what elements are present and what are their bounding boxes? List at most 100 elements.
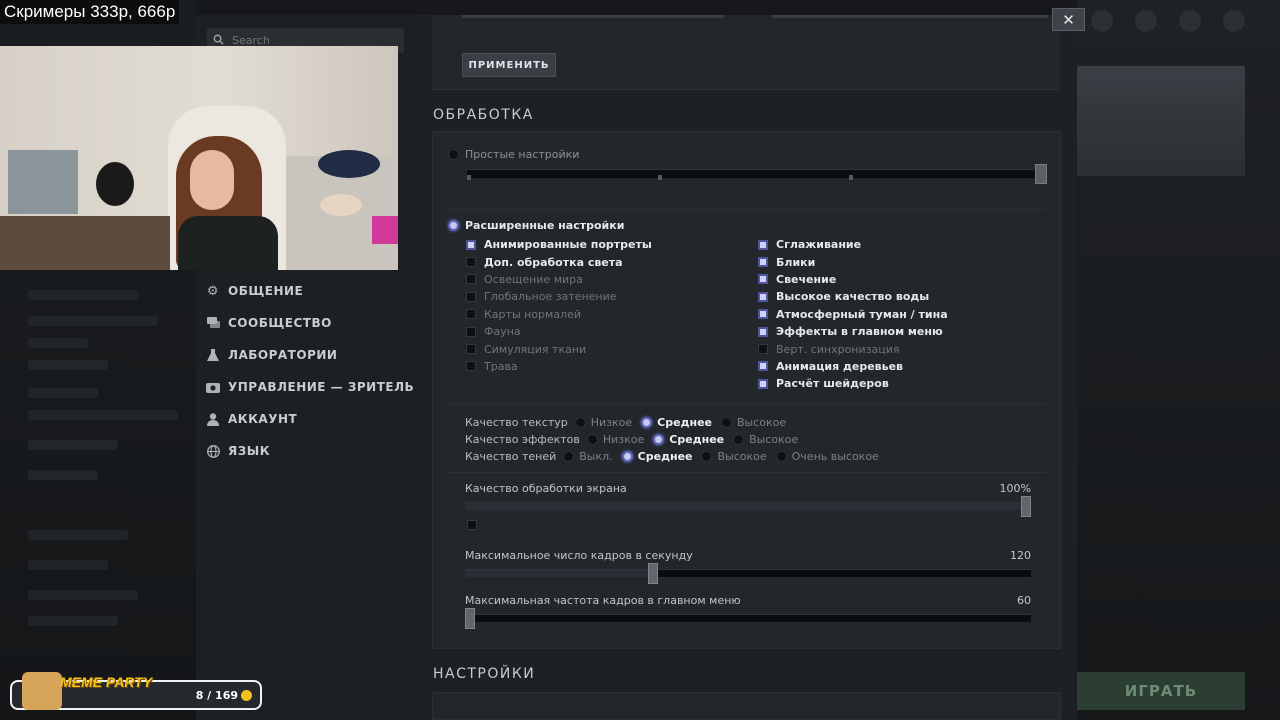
setting-checkbox-row[interactable]: Анимация деревьев <box>758 358 948 375</box>
setting-checkbox-row[interactable]: Симуляция ткани <box>466 340 652 357</box>
display-mode-field[interactable] <box>772 15 1048 18</box>
setting-checkbox-row[interactable]: Атмосферный туман / тина <box>758 306 948 323</box>
quality-option-label[interactable]: Высокое <box>749 433 798 446</box>
checkbox[interactable] <box>758 291 768 302</box>
close-button[interactable]: ✕ <box>1052 8 1085 31</box>
resolution-field[interactable] <box>462 15 724 18</box>
quality-radio[interactable] <box>563 451 575 462</box>
checkbox[interactable] <box>466 361 476 372</box>
max-fps-slider-knob[interactable] <box>648 563 659 584</box>
blur-row <box>28 360 108 370</box>
menu-fps-value: 60 <box>1017 594 1031 607</box>
quality-radio[interactable] <box>641 417 653 428</box>
processing-box: Простые настройки Расширенные настройки … <box>432 131 1061 649</box>
checkbox-label: Освещение мира <box>484 272 583 286</box>
checkbox[interactable] <box>758 361 768 372</box>
checkbox[interactable] <box>466 274 476 285</box>
nav-list: ⚙ ОБЩЕНИЕ СООБЩЕСТВО ЛАБОРАТОРИИ УПРАВЛЕ… <box>206 275 414 467</box>
blur-row <box>28 470 98 480</box>
setting-checkbox-row[interactable]: Освещение мира <box>466 271 652 288</box>
nav-item-spectator[interactable]: УПРАВЛЕНИЕ — ЗРИТЕЛЬ <box>206 371 414 403</box>
simple-quality-slider[interactable] <box>467 164 1047 184</box>
quality-option-label[interactable]: Среднее <box>638 450 693 463</box>
quality-option-label[interactable]: Высокое <box>737 416 786 429</box>
setting-checkbox-row[interactable]: Сглаживание <box>758 236 948 253</box>
checkbox[interactable] <box>466 344 476 355</box>
quality-radio[interactable] <box>621 451 633 462</box>
quality-option-label[interactable]: Низкое <box>591 416 632 429</box>
menu-fps-slider[interactable] <box>465 608 1031 629</box>
setting-checkbox-row[interactable]: Эффекты в главном меню <box>758 323 948 340</box>
checkbox[interactable] <box>758 239 768 250</box>
apply-button[interactable]: ПРИМЕНИТЬ <box>462 53 556 77</box>
nav-item-communication[interactable]: ⚙ ОБЩЕНИЕ <box>206 275 414 307</box>
setting-checkbox-row[interactable]: Глобальное затенение <box>466 288 652 305</box>
setting-checkbox-row[interactable]: Анимированные портреты <box>466 236 652 253</box>
max-fps-slider[interactable] <box>465 563 1031 584</box>
checkbox[interactable] <box>466 326 476 337</box>
setting-checkbox-row[interactable]: Карты нормалей <box>466 306 652 323</box>
quality-option-label[interactable]: Низкое <box>603 433 644 446</box>
checkbox[interactable] <box>466 291 476 302</box>
checkbox[interactable] <box>466 257 476 268</box>
checkbox[interactable] <box>758 274 768 285</box>
flask-icon <box>206 348 220 362</box>
setting-checkbox-row[interactable]: Доп. обработка света <box>466 253 652 270</box>
screen-quality-slider-knob[interactable] <box>1021 496 1031 517</box>
quality-radio[interactable] <box>586 434 598 445</box>
quality-radio[interactable] <box>653 434 665 445</box>
checkbox[interactable] <box>758 326 768 337</box>
play-button[interactable]: ИГРАТЬ <box>1077 672 1245 710</box>
setting-checkbox-row[interactable]: Фауна <box>466 323 652 340</box>
quality-radio[interactable] <box>701 451 713 462</box>
divider <box>448 403 1046 404</box>
setting-checkbox-row[interactable]: Блики <box>758 253 948 270</box>
quality-label: Качество эффектов <box>465 433 580 446</box>
setting-checkbox-row[interactable]: Свечение <box>758 271 948 288</box>
checkbox[interactable] <box>758 344 768 355</box>
setting-checkbox-row[interactable]: Расчёт шейдеров <box>758 375 948 392</box>
checkbox-label: Атмосферный туман / тина <box>776 307 948 321</box>
advanced-settings-option[interactable]: Расширенные настройки <box>448 219 624 232</box>
checkbox[interactable] <box>758 257 768 268</box>
quality-option-label[interactable]: Выкл. <box>579 450 612 463</box>
checkbox[interactable] <box>466 309 476 320</box>
checkbox-label: Трава <box>484 359 518 373</box>
quality-row: Качество теней Выкл. Среднее Высокое Очень в… <box>465 448 883 465</box>
screen-quality-label: Качество обработки экрана <box>465 482 627 495</box>
quality-option-label[interactable]: Среднее <box>669 433 724 446</box>
blur-row <box>28 530 128 540</box>
gear-icon: ⚙ <box>206 283 220 299</box>
checkbox[interactable] <box>466 239 476 250</box>
quality-row: Качество эффектов Низкое Среднее Высокое <box>465 431 883 448</box>
menu-fps-slider-knob[interactable] <box>465 608 475 629</box>
quality-option-label[interactable]: Среднее <box>657 416 712 429</box>
simple-settings-radio[interactable] <box>448 149 459 160</box>
quality-option-label[interactable]: Очень высокое <box>792 450 879 463</box>
quality-radio[interactable] <box>733 434 745 445</box>
nav-item-community[interactable]: СООБЩЕСТВО <box>206 307 414 339</box>
blur-row <box>28 316 158 326</box>
quality-radio[interactable] <box>775 451 787 462</box>
checkbox[interactable] <box>758 309 768 320</box>
setting-checkbox-row[interactable]: Верт. синхронизация <box>758 340 948 357</box>
screen-quality-slider[interactable] <box>465 496 1031 517</box>
meme-party-label: MEME PARTY <box>60 674 153 690</box>
advanced-settings-radio[interactable] <box>448 220 459 231</box>
blur-row <box>28 410 178 420</box>
blur-row <box>28 290 138 300</box>
quality-option-label[interactable]: Высокое <box>717 450 766 463</box>
setting-checkbox-row[interactable]: Высокое качество воды <box>758 288 948 305</box>
simple-settings-option[interactable]: Простые настройки <box>448 148 579 161</box>
nav-item-labs[interactable]: ЛАБОРАТОРИИ <box>206 339 414 371</box>
nav-item-language[interactable]: ЯЗЫК <box>206 435 414 467</box>
max-fps-value: 120 <box>1010 549 1031 562</box>
nav-item-account[interactable]: АККАУНТ <box>206 403 414 435</box>
quality-radio[interactable] <box>574 417 586 428</box>
setting-checkbox-row[interactable]: Трава <box>466 358 652 375</box>
checkbox[interactable] <box>758 378 768 389</box>
divider <box>448 472 1046 473</box>
quality-radio[interactable] <box>720 417 732 428</box>
nav-item-label: ЛАБОРАТОРИИ <box>228 348 338 362</box>
simple-quality-slider-knob[interactable] <box>1035 164 1047 184</box>
